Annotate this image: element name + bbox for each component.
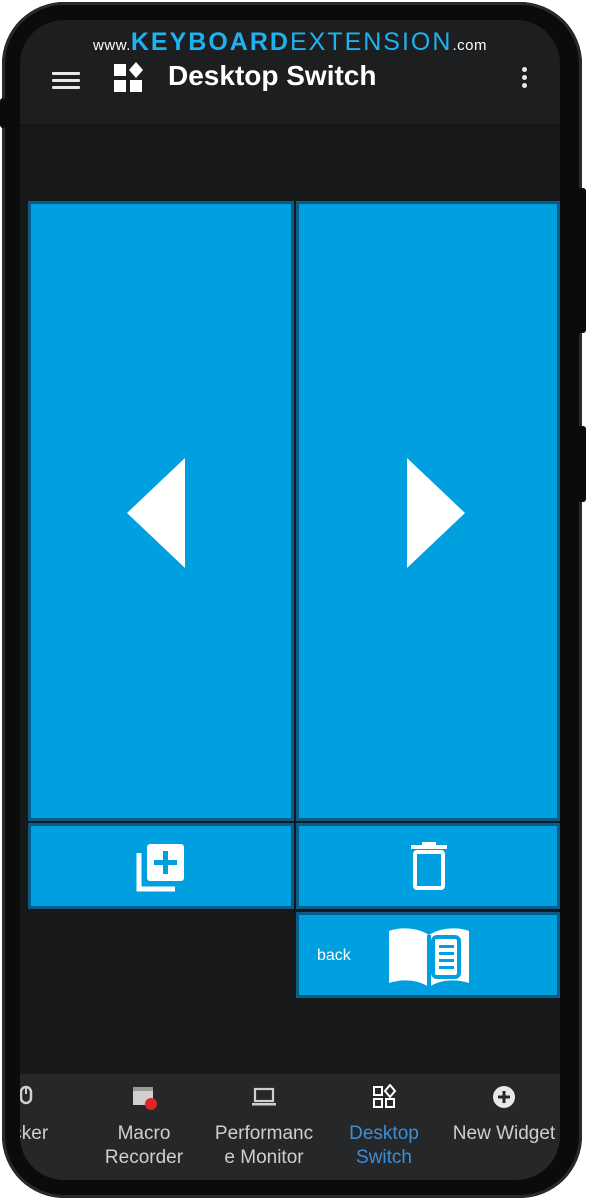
nav-item-new-widget[interactable]: New Widget <box>444 1074 560 1180</box>
delete-desktop-button[interactable] <box>296 823 560 909</box>
trash-icon <box>411 842 447 890</box>
desktop-switch-app-icon <box>114 62 143 92</box>
bottom-navigation: licker Macro Recorder Performanc e Monit… <box>20 1074 560 1180</box>
nav-label-new-widget: New Widget <box>452 1123 556 1144</box>
nav-label-desktop-switch: Desktop Switch <box>349 1123 419 1168</box>
arrow-left-icon <box>127 458 185 568</box>
add-circle-icon <box>493 1086 515 1108</box>
nav-label-clicker: licker <box>20 1123 49 1144</box>
watermark: www.KEYBOARDEXTENSION.com <box>20 28 560 57</box>
arrow-right-icon <box>407 458 465 568</box>
nav-label-macro-recorder: Macro Recorder <box>104 1123 184 1168</box>
watermark-prefix: www. <box>93 37 131 54</box>
macro-recorder-icon <box>133 1087 157 1110</box>
laptop-icon <box>252 1087 276 1106</box>
app-bar: Desktop Switch <box>20 54 560 124</box>
add-desktop-button[interactable] <box>28 823 294 909</box>
nav-item-clicker[interactable]: licker <box>20 1074 86 1180</box>
clicker-icon <box>20 1085 33 1105</box>
page-title: Desktop Switch <box>168 60 377 91</box>
back-label: back <box>317 947 351 964</box>
back-button[interactable]: back <box>296 912 560 998</box>
more-options-icon[interactable] <box>520 64 528 92</box>
nav-item-desktop-switch[interactable]: Desktop Switch <box>324 1074 444 1180</box>
menu-icon[interactable] <box>52 68 80 92</box>
power-button <box>576 426 586 502</box>
side-key <box>0 98 6 128</box>
previous-desktop-button[interactable] <box>28 201 294 821</box>
volume-button <box>576 188 586 333</box>
open-book-icon <box>389 928 469 987</box>
watermark-brand-light: EXTENSION <box>289 28 453 56</box>
next-desktop-button[interactable] <box>296 201 560 821</box>
nav-item-performance-monitor[interactable]: Performanc e Monitor <box>204 1074 324 1180</box>
add-desktop-icon <box>136 844 184 892</box>
widget-grid: back <box>20 126 560 1074</box>
watermark-suffix: .com <box>452 37 487 54</box>
nav-label-performance-monitor: Performanc e Monitor <box>214 1123 314 1168</box>
screen: www.KEYBOARDEXTENSION.com Desktop Switch <box>20 20 560 1180</box>
desktop-switch-icon <box>373 1084 397 1108</box>
watermark-brand-bold: KEYBOARD <box>130 28 290 56</box>
nav-item-macro-recorder[interactable]: Macro Recorder <box>84 1074 204 1180</box>
